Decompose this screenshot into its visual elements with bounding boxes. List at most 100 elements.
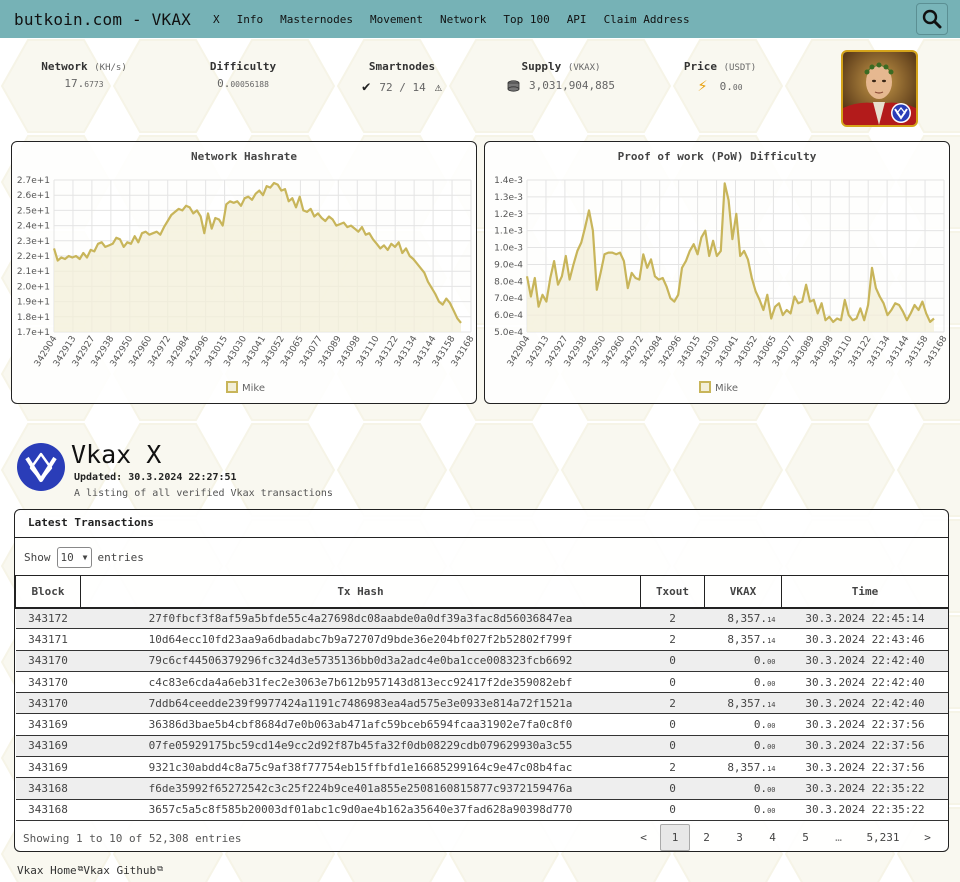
y-tick-label: 2.5e+1 [17,206,50,216]
tx-hash-link[interactable]: 07fe05929175bc59cd14e9cc2d92f87b45fa32f0… [80,735,641,758]
nav-item-api[interactable]: API [567,13,587,26]
pagination-page-5[interactable]: 5 [789,824,822,851]
tx-hash-link[interactable]: 36386d3bae5b4cbf8684d7e0b063ab471afc59bc… [80,713,641,736]
tx-hash-link[interactable]: c4c83e6cda4a6eb31fec2e3063e7b612b957143d… [80,671,641,694]
column-header-vkax[interactable]: VKAX [704,575,782,609]
nav-item-info[interactable]: Info [237,13,264,26]
pagination-page-last[interactable]: 5,231 [855,824,911,851]
legend-label: Mike [242,383,265,394]
search-icon [922,9,942,29]
vkax-amount: 0.00 [704,777,782,800]
pagination-prev[interactable]: < [627,824,660,851]
stat-supply-value: 3,031,904,885 [500,79,622,92]
pagination-page-4[interactable]: 4 [756,824,789,851]
txout-value: 0 [640,777,705,800]
page-size-select[interactable]: 10 ▼ [56,547,92,568]
chart-legend[interactable]: Mike [226,381,265,394]
column-header-txout[interactable]: Txout [640,575,705,609]
tx-time: 30.3.2024 22:35:22 [781,799,948,821]
table-row[interactable]: 343171 10d64ecc10fd23aa9a6dbadabc7b9a7270… [15,628,948,651]
tx-hash-link[interactable]: 9321c30abdd4c8a75c9af38f77754eb15ffbfd1e… [80,756,641,779]
tx-time: 30.3.2024 22:45:14 [781,607,948,630]
txout-value: 0 [640,671,705,694]
block-link[interactable]: 343168 [15,777,81,800]
search-button[interactable] [916,3,948,35]
y-tick-label: 1.7e+1 [17,328,50,338]
transactions-table: Block Tx Hash Txout VKAX Time 343172 27f0… [15,575,948,821]
pagination-page-3[interactable]: 3 [723,824,756,851]
updated-timestamp: Updated: 30.3.2024 22:27:51 [74,472,237,483]
block-link[interactable]: 343169 [15,713,81,736]
y-tick-label: 1.0e-3 [494,244,523,254]
table-row[interactable]: 343172 27f0fbcf3f8af59a5bfde55c4a27698dc0… [15,607,948,630]
pagination-page-1[interactable]: 1 [660,824,690,851]
avatar[interactable] [841,50,918,127]
tx-time: 30.3.2024 22:37:56 [781,713,948,736]
table-row[interactable]: 343170 7ddb64ceedde239f9977424a1191c74869… [15,692,948,715]
column-header-block[interactable]: Block [15,575,81,609]
vkax-amount: 0.00 [704,799,782,821]
block-link[interactable]: 343171 [15,628,81,651]
y-tick-label: 2.0e+1 [17,282,50,292]
tx-hash-link[interactable]: 79c6cf44506379296fc324d3e5735136bb0d3a2a… [80,650,641,672]
table-row[interactable]: 343170 79c6cf44506379296fc324d3e5735136bb… [15,650,948,672]
y-tick-label: 6.0e-4 [494,311,523,321]
vkax-amount: 0.00 [704,650,782,672]
stat-difficulty: Difficulty 0.00056188 [193,60,293,90]
block-link[interactable]: 343169 [15,756,81,779]
nav-item-top-100[interactable]: Top 100 [503,13,549,26]
table-row[interactable]: 343168 3657c5a5c8f585b20003df01abc1c9d0ae… [15,799,948,821]
vkax-amount: 8,357.14 [704,756,782,779]
chart-legend[interactable]: Mike [699,381,738,394]
table-summary: Showing 1 to 10 of 52,308 entries [23,832,242,845]
nav-item-network[interactable]: Network [440,13,486,26]
table-row[interactable]: 343169 36386d3bae5b4cbf8684d7e0b063ab471a… [15,713,948,736]
footer-link-vkax-github[interactable]: Vkax Github ⧉ [83,864,163,877]
tx-hash-link[interactable]: 7ddb64ceedde239f9977424a1191c7486983ea4a… [80,692,641,715]
tx-time: 30.3.2024 22:37:56 [781,735,948,758]
y-tick-label: 8.0e-4 [494,277,523,287]
vkax-logo [16,442,66,495]
column-header-time[interactable]: Time [781,575,948,609]
y-tick-label: 1.4e-3 [494,176,523,186]
table-row[interactable]: 343169 9321c30abdd4c8a75c9af38f77754eb15f… [15,756,948,779]
table-row[interactable]: 343168 f6de35992f65272542c3c25f224b9ce401… [15,777,948,800]
block-link[interactable]: 343170 [15,650,81,672]
block-link[interactable]: 343169 [15,735,81,758]
stat-price-value: ⚡ 0.00 [697,76,743,96]
table-row[interactable]: 343169 07fe05929175bc59cd14e9cc2d92f87b45… [15,735,948,758]
stat-smartnodes: Smartnodes ✔ 72 / 14 ⚠ [350,60,454,95]
show-label: Show [24,551,51,564]
tx-hash-link[interactable]: 27f0fbcf3f8af59a5bfde55c4a27698dc08aabde… [80,607,641,630]
block-link[interactable]: 343172 [15,607,81,630]
nav-item-claim-address[interactable]: Claim Address [604,13,690,26]
block-link[interactable]: 343168 [15,799,81,821]
pagination-next[interactable]: > [911,824,944,851]
nav-item-movement[interactable]: Movement [370,13,423,26]
tx-hash-link[interactable]: 10d64ecc10fd23aa9a6dbadabc7b9a72707d9bde… [80,628,641,651]
footer-links: Vkax Home ⧉ Vkax Github ⧉ [17,864,163,877]
y-tick-label: 2.1e+1 [17,267,50,277]
nav-item-x[interactable]: X [213,13,220,26]
y-tick-label: 1.3e-3 [494,193,523,203]
tx-time: 30.3.2024 22:42:40 [781,692,948,715]
brand-title[interactable]: butkoin.com - VKAX [14,10,191,29]
y-tick-label: 2.4e+1 [17,222,50,232]
legend-label: Mike [715,383,738,394]
vkax-logo-icon [17,443,65,491]
footer-link-vkax-home[interactable]: Vkax Home ⧉ [17,864,83,877]
y-tick-label: 5.0e-4 [494,328,523,338]
table-row[interactable]: 343170 c4c83e6cda4a6eb31fec2e3063e7b612b9… [15,671,948,694]
block-link[interactable]: 343170 [15,671,81,694]
txout-value: 0 [640,735,705,758]
supply-amount: 3,031,904,885 [528,79,616,92]
nav-item-masternodes[interactable]: Masternodes [280,13,353,26]
tx-hash-link[interactable]: 3657c5a5c8f585b20003df01abc1c9d0ae4b162a… [80,799,641,821]
page-title: Vkax X [71,440,162,469]
stat-difficulty-label: Difficulty [209,60,277,73]
tx-hash-link[interactable]: f6de35992f65272542c3c25f224b9ce401a855e2… [80,777,641,800]
block-link[interactable]: 343170 [15,692,81,715]
column-header-tx-hash[interactable]: Tx Hash [80,575,641,609]
tx-time: 30.3.2024 22:35:22 [781,777,948,800]
pagination-page-2[interactable]: 2 [690,824,723,851]
